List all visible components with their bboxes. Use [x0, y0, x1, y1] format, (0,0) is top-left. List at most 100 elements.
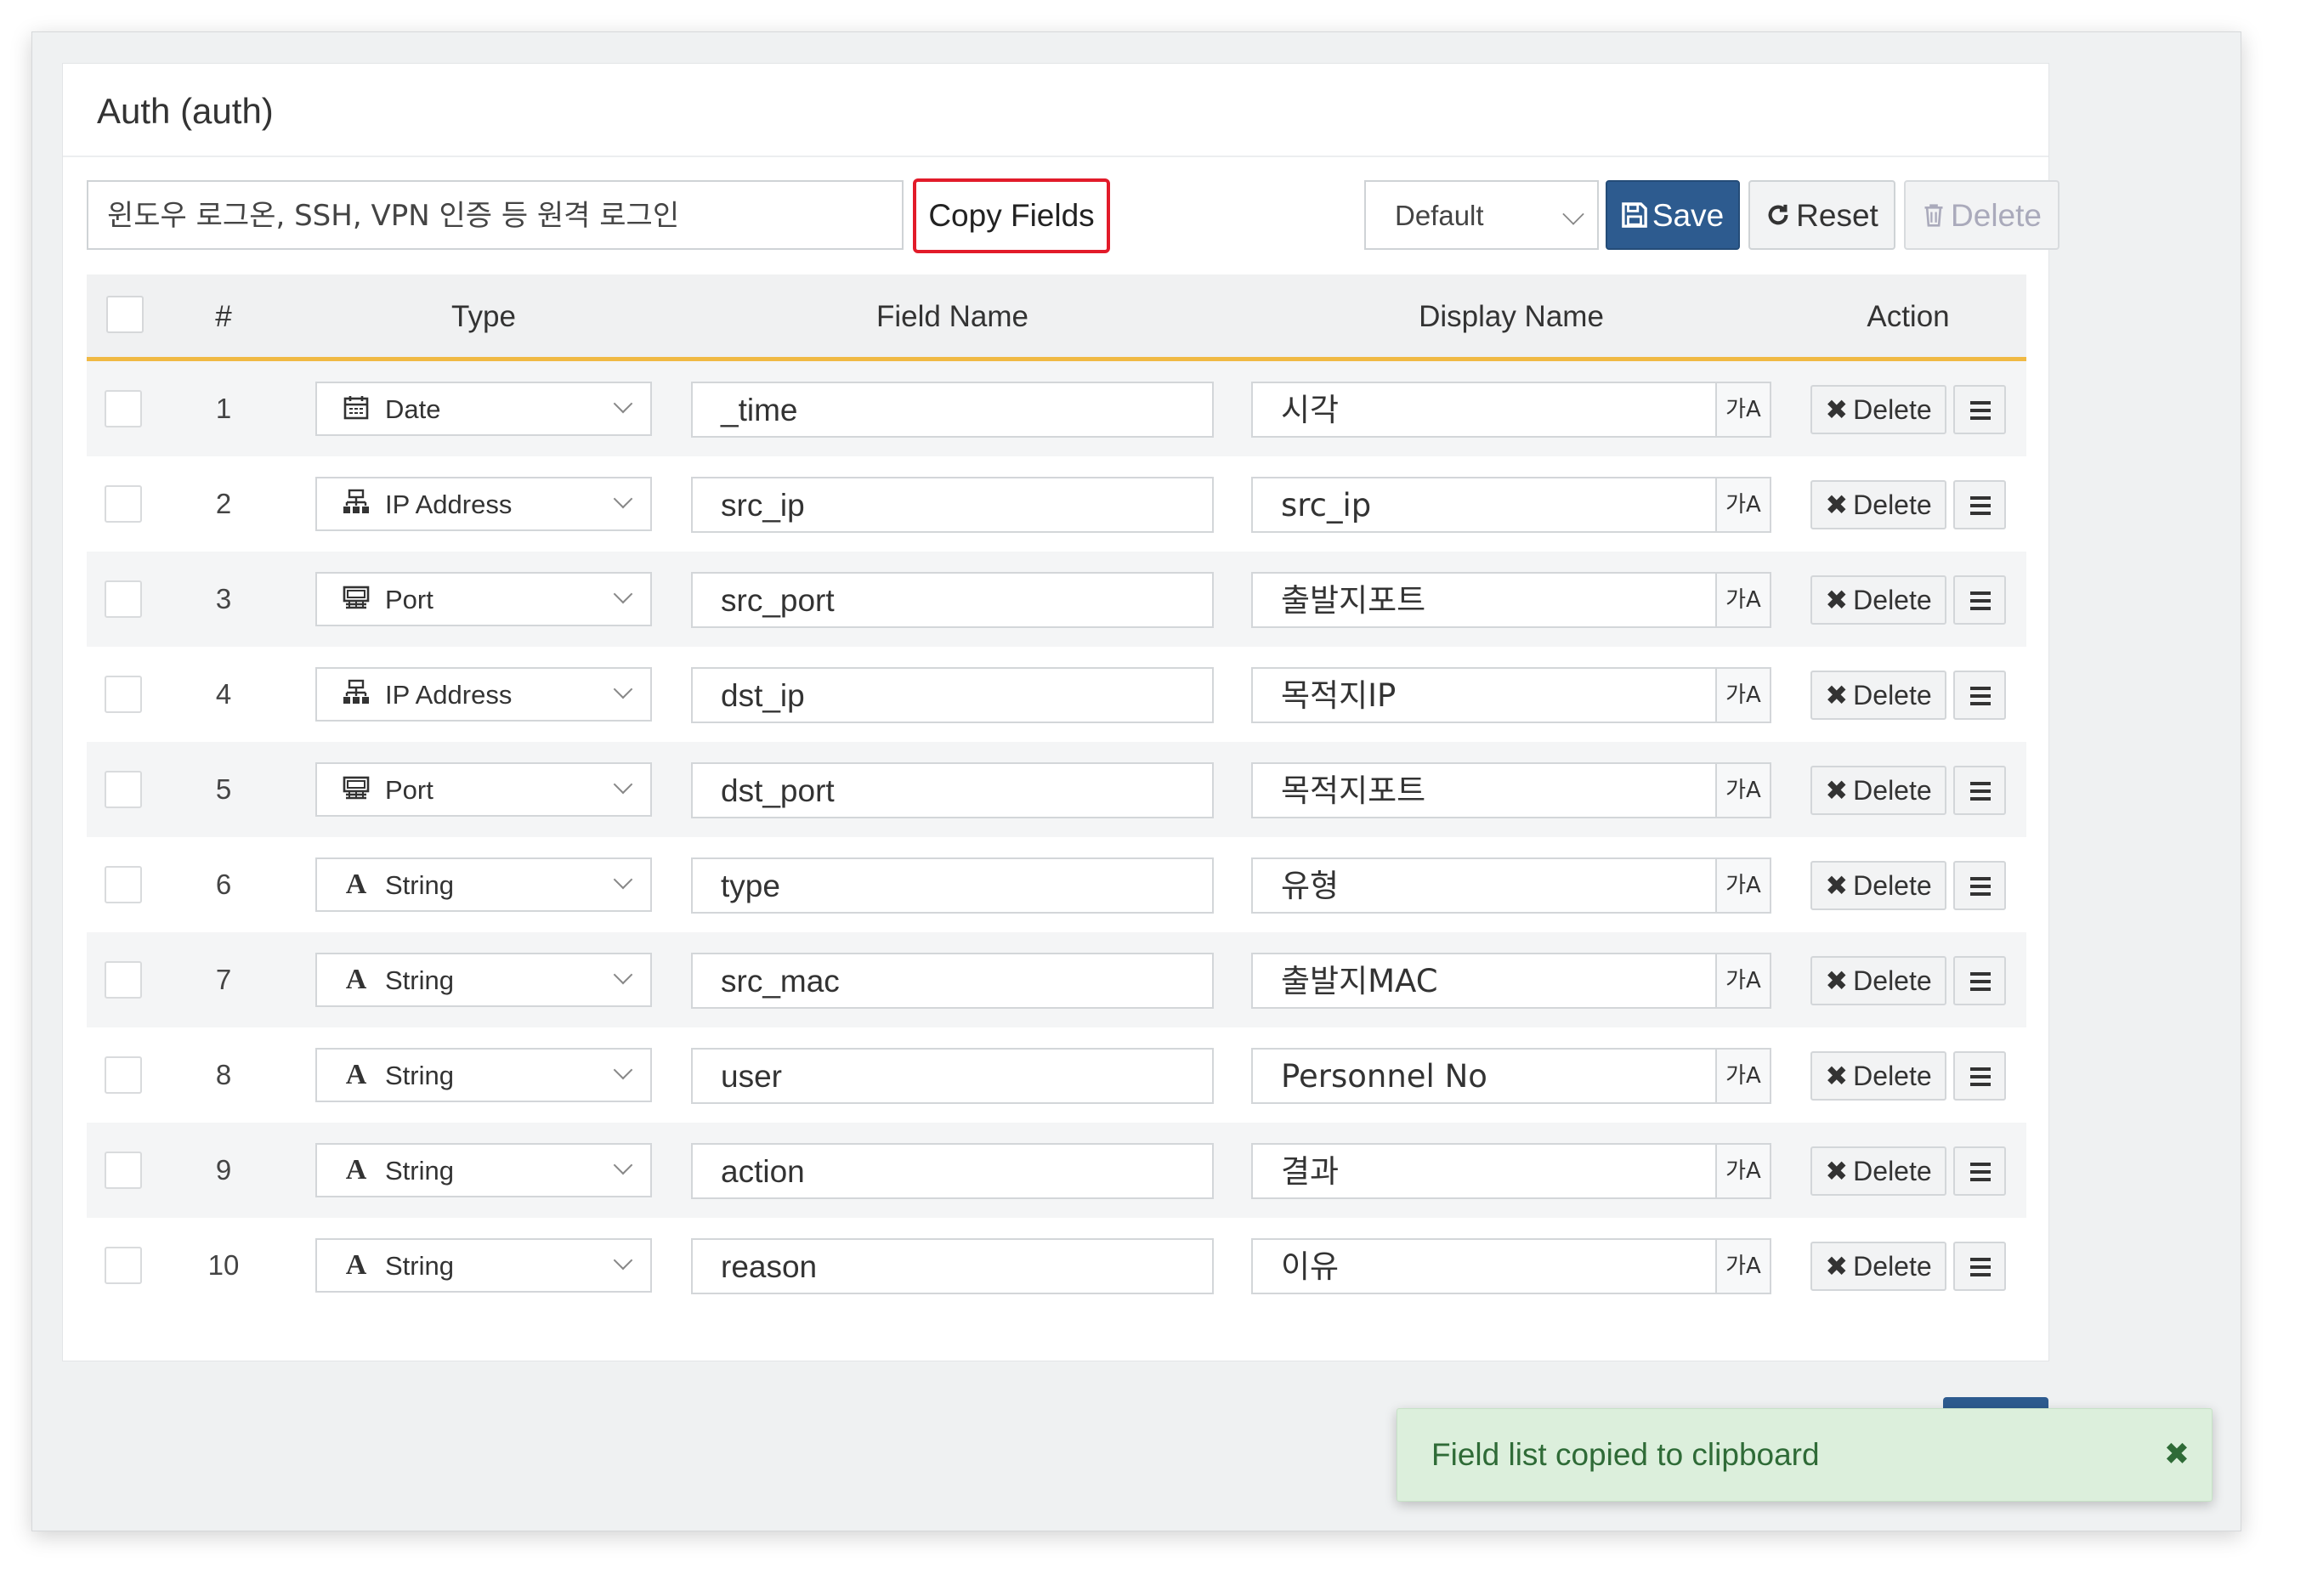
menu-icon[interactable]: [1953, 1051, 2006, 1101]
type-select[interactable]: IP Address: [315, 667, 652, 722]
row-number: 1: [215, 393, 232, 424]
type-select[interactable]: A String: [315, 1143, 652, 1197]
times-icon: ✖: [1825, 1061, 1849, 1091]
type-select[interactable]: IP Address: [315, 477, 652, 531]
menu-icon[interactable]: [1953, 861, 2006, 910]
row-checkbox[interactable]: [105, 485, 142, 523]
type-label: String: [385, 870, 454, 900]
row-delete-button[interactable]: ✖ Delete: [1810, 766, 1946, 815]
translate-icon[interactable]: 가A: [1715, 572, 1771, 628]
type-select[interactable]: Date: [315, 382, 652, 436]
type-select[interactable]: Port: [315, 572, 652, 626]
type-select[interactable]: A String: [315, 1048, 652, 1102]
type-select[interactable]: A String: [315, 1238, 652, 1293]
row-delete-label: Delete: [1853, 870, 1932, 901]
translate-icon[interactable]: 가A: [1715, 953, 1771, 1009]
save-icon: [1622, 202, 1647, 229]
times-icon: ✖: [1825, 680, 1849, 710]
profile-select[interactable]: Default: [1364, 180, 1599, 250]
display-name-input[interactable]: 결과: [1251, 1143, 1717, 1199]
display-name-input[interactable]: 유형: [1251, 857, 1717, 914]
menu-icon[interactable]: [1953, 575, 2006, 625]
row-checkbox[interactable]: [105, 961, 142, 999]
close-icon[interactable]: ✖: [2164, 1409, 2190, 1499]
row-delete-button[interactable]: ✖ Delete: [1810, 1242, 1946, 1291]
field-name-input[interactable]: type: [691, 857, 1214, 914]
display-name-input[interactable]: 출발지MAC: [1251, 953, 1717, 1009]
row-delete-button[interactable]: ✖ Delete: [1810, 1051, 1946, 1101]
field-name-input[interactable]: src_ip: [691, 477, 1214, 533]
field-name-input[interactable]: dst_port: [691, 762, 1214, 818]
reset-button[interactable]: Reset: [1748, 180, 1895, 250]
field-name-input[interactable]: dst_ip: [691, 667, 1214, 723]
select-all-checkbox[interactable]: [106, 296, 144, 333]
menu-icon[interactable]: [1953, 956, 2006, 1005]
times-icon: ✖: [1825, 775, 1849, 806]
row-number: 9: [215, 1154, 232, 1186]
type-select[interactable]: A String: [315, 857, 652, 912]
translate-icon[interactable]: 가A: [1715, 477, 1771, 533]
chevron-down-icon: [613, 774, 633, 795]
row-checkbox[interactable]: [105, 866, 142, 903]
field-name-input[interactable]: _time: [691, 382, 1214, 438]
display-name-input[interactable]: Personnel No: [1251, 1048, 1717, 1104]
row-delete-button[interactable]: ✖ Delete: [1810, 480, 1946, 529]
row-delete-label: Delete: [1853, 394, 1932, 425]
row-checkbox[interactable]: [105, 1056, 142, 1094]
table-row: 10 A String reason 이유 가A ✖ Delete: [87, 1218, 2026, 1313]
field-name-input[interactable]: src_port: [691, 572, 1214, 628]
translate-icon[interactable]: 가A: [1715, 1143, 1771, 1199]
row-checkbox[interactable]: [105, 580, 142, 618]
chevron-down-icon: [613, 1155, 633, 1175]
row-number: 5: [215, 773, 232, 805]
display-name-input[interactable]: 시각: [1251, 382, 1717, 438]
display-name-input[interactable]: src_ip: [1251, 477, 1717, 533]
menu-icon[interactable]: [1953, 480, 2006, 529]
translate-icon[interactable]: 가A: [1715, 762, 1771, 818]
translate-icon[interactable]: 가A: [1715, 1238, 1771, 1294]
row-delete-button[interactable]: ✖ Delete: [1810, 861, 1946, 910]
menu-icon[interactable]: [1953, 385, 2006, 434]
save-button[interactable]: Save: [1606, 180, 1740, 250]
display-name-input[interactable]: 목적지IP: [1251, 667, 1717, 723]
delete-button[interactable]: Delete: [1904, 180, 2060, 250]
translate-icon[interactable]: 가A: [1715, 382, 1771, 438]
type-select[interactable]: Port: [315, 762, 652, 817]
menu-icon[interactable]: [1953, 1242, 2006, 1291]
row-checkbox[interactable]: [105, 1247, 142, 1284]
display-name-input[interactable]: 이유: [1251, 1238, 1717, 1294]
row-delete-button[interactable]: ✖ Delete: [1810, 956, 1946, 1005]
display-name-group: 목적지IP 가A: [1251, 667, 1771, 723]
row-checkbox[interactable]: [105, 390, 142, 427]
field-name-input[interactable]: src_mac: [691, 953, 1214, 1009]
header-num: #: [215, 300, 232, 333]
translate-icon[interactable]: 가A: [1715, 857, 1771, 914]
menu-icon[interactable]: [1953, 766, 2006, 815]
field-name-input[interactable]: action: [691, 1143, 1214, 1199]
chevron-down-icon: [613, 584, 633, 604]
refresh-icon: [1768, 205, 1788, 225]
network-icon: [341, 679, 371, 710]
type-select[interactable]: A String: [315, 953, 652, 1007]
row-delete-button[interactable]: ✖ Delete: [1810, 385, 1946, 434]
row-delete-button[interactable]: ✖ Delete: [1810, 575, 1946, 625]
row-delete-button[interactable]: ✖ Delete: [1810, 1146, 1946, 1196]
row-number: 10: [207, 1249, 240, 1281]
table-body: 1 Date _time 시각 가A ✖ Delete 2 IP Address …: [87, 361, 2026, 1313]
row-checkbox[interactable]: [105, 1152, 142, 1189]
port-icon: [341, 774, 371, 805]
menu-icon[interactable]: [1953, 671, 2006, 720]
row-delete-button[interactable]: ✖ Delete: [1810, 671, 1946, 720]
translate-icon[interactable]: 가A: [1715, 1048, 1771, 1104]
copy-fields-button[interactable]: Copy Fields: [913, 178, 1110, 253]
field-name-input[interactable]: reason: [691, 1238, 1214, 1294]
description-input[interactable]: 윈도우 로그온, SSH, VPN 인증 등 원격 로그인: [87, 180, 904, 250]
field-name-input[interactable]: user: [691, 1048, 1214, 1104]
row-checkbox[interactable]: [105, 771, 142, 808]
row-delete-label: Delete: [1853, 1156, 1932, 1186]
menu-icon[interactable]: [1953, 1146, 2006, 1196]
display-name-input[interactable]: 목적지포트: [1251, 762, 1717, 818]
translate-icon[interactable]: 가A: [1715, 667, 1771, 723]
row-checkbox[interactable]: [105, 676, 142, 713]
display-name-input[interactable]: 출발지포트: [1251, 572, 1717, 628]
